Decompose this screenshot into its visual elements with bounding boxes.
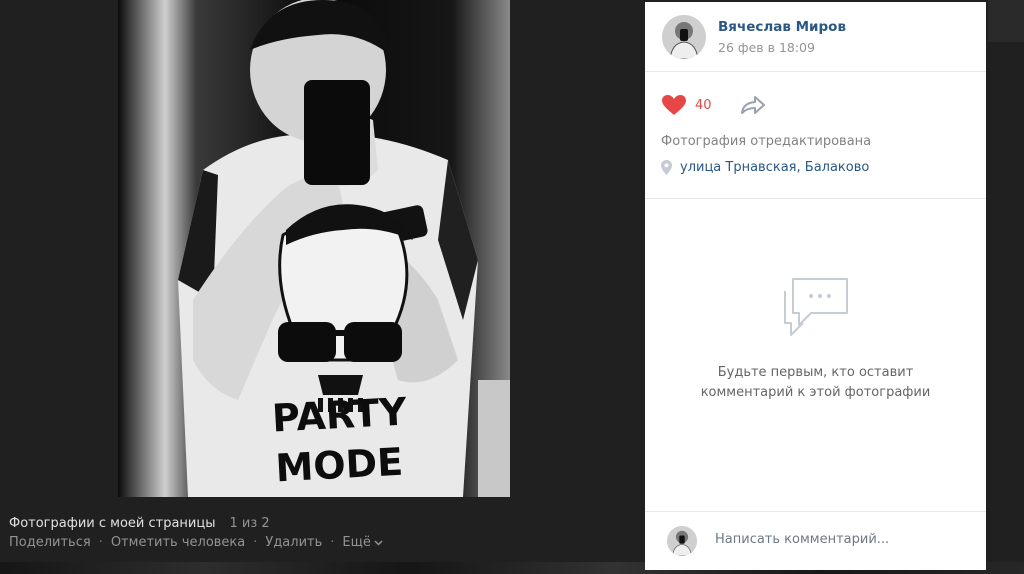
tag-person-link[interactable]: Отметить человека — [111, 535, 245, 550]
location-text: улица Трнавская, Балаково — [680, 160, 870, 175]
comment-input[interactable]: Написать комментарий... — [715, 532, 889, 547]
comment-composer: Написать комментарий... — [645, 511, 986, 570]
chevron-down-icon — [374, 539, 383, 546]
comments-empty-state: Будьте первым, кто оставит комментарий к… — [645, 199, 986, 511]
separator-dot: · — [330, 535, 335, 550]
current-user-avatar[interactable] — [667, 526, 697, 556]
tshirt-print-line1: PARTY — [271, 389, 408, 440]
post-date[interactable]: 26 фев в 18:09 — [718, 40, 815, 55]
photo-side-panel: Вячеслав Миров 26 фев в 18:09 40 Фотогра… — [645, 2, 986, 570]
album-title-link[interactable]: Фотографии с моей страницы — [9, 516, 215, 531]
author-header: Вячеслав Миров 26 фев в 18:09 — [645, 2, 986, 72]
photo-actions: Поделиться · Отметить человека · Удалить… — [9, 535, 609, 550]
share-link[interactable]: Поделиться — [9, 535, 91, 550]
like-count: 40 — [695, 97, 712, 113]
author-name-link[interactable]: Вячеслав Миров — [718, 19, 846, 35]
more-label: Ещё — [342, 535, 371, 550]
background-page-edge — [988, 0, 1024, 42]
heart-icon — [662, 95, 686, 115]
photo-meta: 40 Фотография отредактирована улица Трна… — [645, 72, 986, 199]
tshirt-print-line2: MODE — [274, 440, 404, 491]
location-link[interactable]: улица Трнавская, Балаково — [661, 160, 869, 175]
empty-comments-line1: Будьте первым, кто оставит — [717, 365, 914, 380]
separator-dot: · — [253, 535, 258, 550]
chat-bubble-icon — [784, 278, 848, 336]
edited-note: Фотография отредактирована — [661, 134, 872, 149]
delete-link[interactable]: Удалить — [265, 535, 322, 550]
photo-image: PARTY MODE — [118, 0, 510, 497]
location-pin-icon — [661, 160, 672, 175]
author-avatar[interactable] — [662, 15, 706, 59]
share-arrow-icon — [741, 96, 765, 114]
more-menu-button[interactable]: Ещё — [342, 535, 383, 550]
empty-comments-line2: комментарий к этой фотографии — [700, 385, 931, 400]
photo-info: Фотографии с моей страницы 1 из 2 Подели… — [9, 516, 609, 550]
share-button[interactable] — [740, 94, 766, 120]
like-button[interactable]: 40 — [661, 94, 712, 116]
empty-comments-text: Будьте первым, кто оставит комментарий к… — [675, 363, 956, 403]
photo[interactable]: PARTY MODE — [118, 0, 510, 497]
separator-dot: · — [98, 535, 103, 550]
photo-counter: 1 из 2 — [229, 516, 270, 531]
